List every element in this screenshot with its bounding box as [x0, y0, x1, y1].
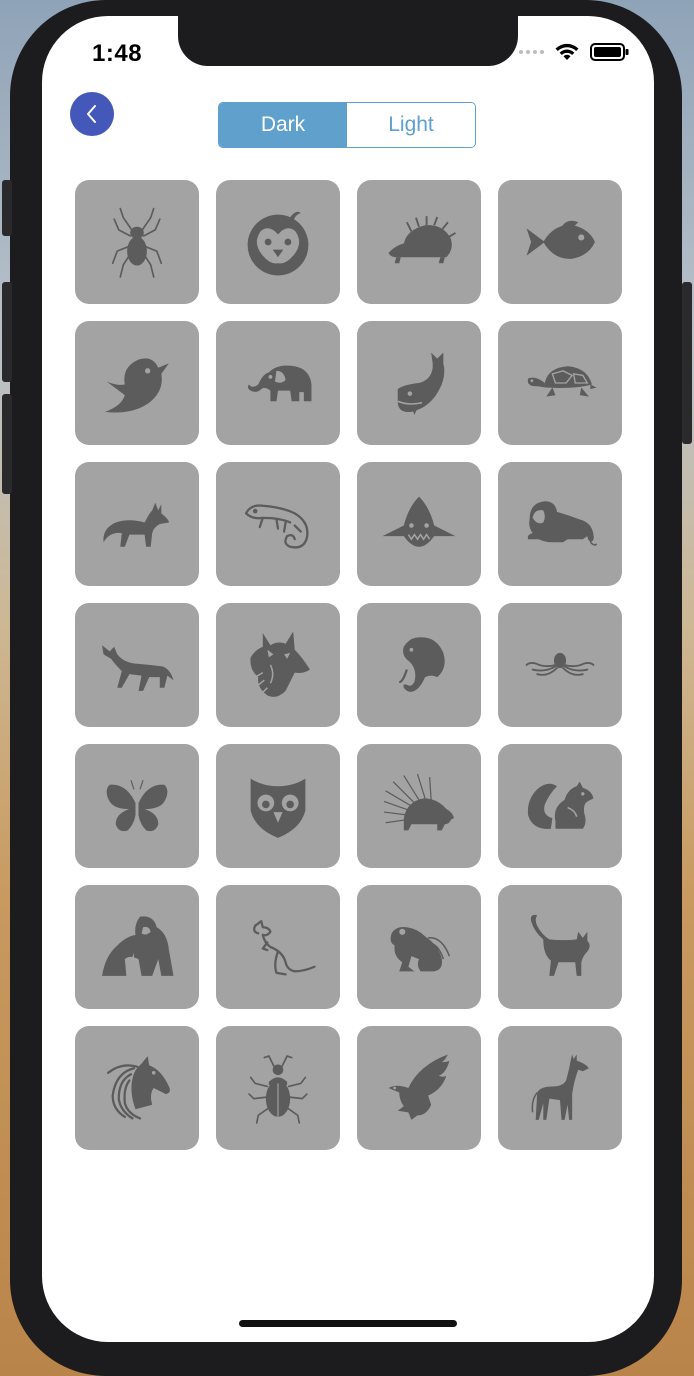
owl-icon	[250, 778, 306, 838]
shark-icon	[382, 496, 456, 547]
gorilla-icon	[102, 916, 174, 976]
animal-tile-owl[interactable]	[216, 744, 340, 868]
eagle-icon	[388, 1054, 450, 1120]
animal-tile-beetle[interactable]	[216, 1026, 340, 1150]
animal-tile-penguin[interactable]	[216, 180, 340, 304]
animal-tile-elephant-head[interactable]	[357, 603, 481, 727]
elephant-icon	[247, 365, 312, 402]
status-time: 1:48	[92, 40, 143, 67]
screen: 1:48 Dark Light	[42, 16, 654, 1342]
animal-tile-wolf-head[interactable]	[216, 603, 340, 727]
animal-tile-giraffe[interactable]	[498, 1026, 622, 1150]
volume-down-button	[2, 394, 12, 494]
animal-tile-spider[interactable]	[75, 180, 199, 304]
segment-light[interactable]: Light	[347, 103, 475, 147]
octopus-icon	[525, 652, 595, 676]
animal-icon-grid	[75, 180, 622, 1150]
animal-tile-squirrel[interactable]	[498, 744, 622, 868]
animal-tile-octopus[interactable]	[498, 603, 622, 727]
battery-icon	[590, 43, 629, 61]
side-button	[682, 282, 692, 444]
animal-tile-hedgehog[interactable]	[357, 180, 481, 304]
animal-tile-porcupine[interactable]	[357, 744, 481, 868]
volume-up-button	[2, 282, 12, 382]
fox-icon	[103, 502, 169, 547]
lion-icon	[527, 501, 598, 546]
animal-tile-turtle[interactable]	[498, 321, 622, 445]
silent-switch	[2, 180, 12, 236]
cat-icon	[530, 914, 590, 976]
animal-tile-chameleon[interactable]	[216, 462, 340, 586]
chevron-left-icon	[87, 105, 96, 123]
animal-tile-lion[interactable]	[498, 462, 622, 586]
fish-icon	[526, 220, 595, 259]
animal-tile-bird[interactable]	[75, 321, 199, 445]
giraffe-icon	[531, 1054, 589, 1120]
animal-tile-whale[interactable]	[357, 321, 481, 445]
status-icons	[519, 42, 630, 62]
home-indicator	[239, 1320, 457, 1327]
animal-tile-gorilla[interactable]	[75, 885, 199, 1009]
animal-tile-fox[interactable]	[75, 462, 199, 586]
beetle-icon	[248, 1055, 308, 1124]
animal-tile-elephant[interactable]	[216, 321, 340, 445]
segment-dark[interactable]: Dark	[219, 103, 347, 147]
animal-tile-butterfly[interactable]	[75, 744, 199, 868]
horse-icon	[106, 1056, 170, 1120]
elephant-head-icon	[398, 637, 445, 692]
notch	[178, 16, 518, 66]
animal-tile-fish[interactable]	[498, 180, 622, 304]
animal-tile-cat[interactable]	[498, 885, 622, 1009]
animal-tile-wolf[interactable]	[75, 603, 199, 727]
kangaroo-icon	[253, 920, 316, 976]
porcupine-icon	[383, 773, 454, 831]
animal-tile-horse[interactable]	[75, 1026, 199, 1150]
chameleon-icon	[244, 504, 309, 549]
animal-tile-shark[interactable]	[357, 462, 481, 586]
hedgehog-icon	[388, 216, 456, 264]
back-button[interactable]	[70, 92, 114, 136]
whale-icon	[397, 352, 445, 415]
wolf-icon	[102, 645, 174, 691]
frog-icon	[390, 926, 451, 972]
wifi-icon	[555, 43, 579, 60]
theme-segmented-control: Dark Light	[218, 102, 476, 148]
animal-tile-kangaroo[interactable]	[216, 885, 340, 1009]
cellular-signal-icon	[519, 50, 544, 54]
animal-tile-eagle[interactable]	[357, 1026, 481, 1150]
turtle-icon	[527, 366, 597, 397]
butterfly-icon	[106, 779, 168, 832]
wolf-head-icon	[250, 631, 310, 697]
animal-tile-frog[interactable]	[357, 885, 481, 1009]
squirrel-icon	[527, 781, 594, 829]
penguin-icon	[247, 211, 309, 276]
spider-icon	[111, 207, 163, 278]
bird-icon	[105, 358, 169, 413]
